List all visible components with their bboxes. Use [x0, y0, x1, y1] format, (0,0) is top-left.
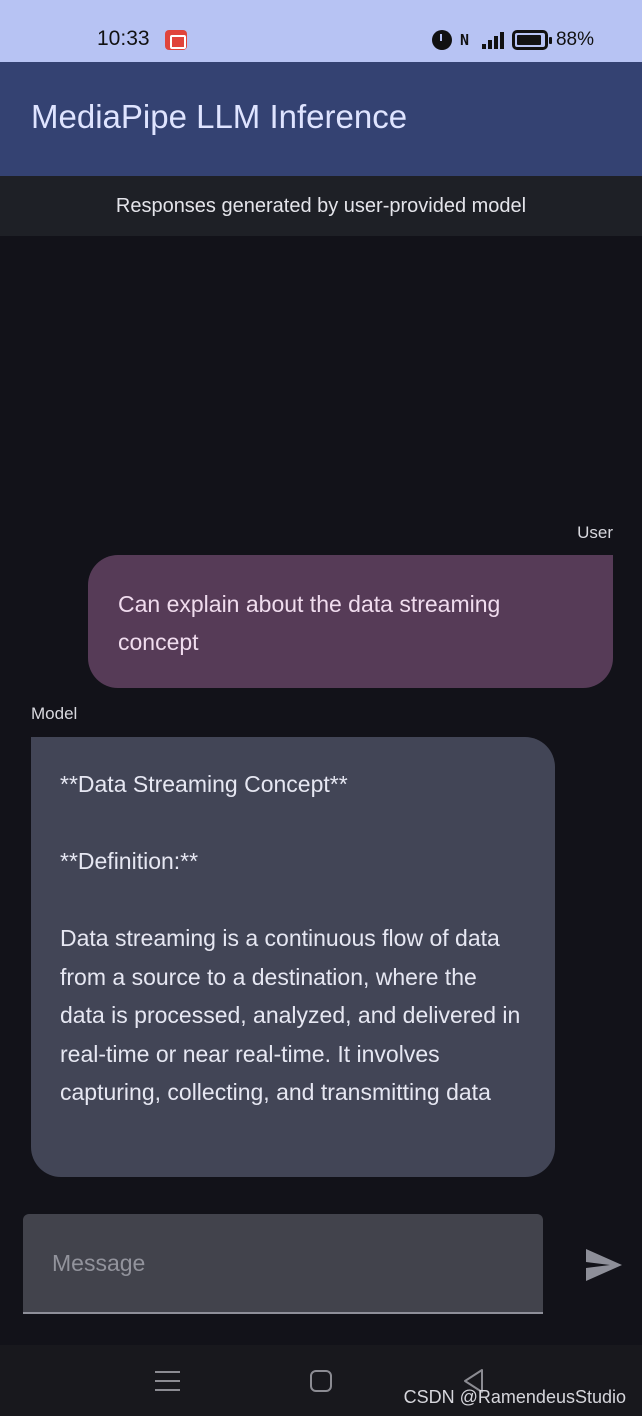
app-bar: MediaPipe LLM Inference	[0, 62, 642, 176]
battery-percent: 88%	[555, 29, 594, 50]
app-title: MediaPipe LLM Inference	[31, 98, 408, 135]
watermark: CSDN @RamendeusStudio	[403, 1387, 626, 1407]
model-message-body: Data streaming is a continuous flow of d…	[60, 925, 521, 1105]
status-time: 10:33	[97, 27, 150, 50]
alarm-icon	[431, 30, 452, 50]
send-icon	[586, 1249, 622, 1281]
model-message-bubble: **Data Streaming Concept** **Definition:…	[31, 737, 555, 1177]
message-input[interactable]	[23, 1214, 543, 1314]
chat-screen: 10:33 N 88% MediaPipe LLM Inference Resp…	[0, 0, 642, 1416]
nfc-icon: N	[459, 31, 469, 49]
user-message-bubble: Can explain about the data streaming con…	[88, 555, 613, 688]
model-message-definition: **Definition:**	[60, 848, 199, 874]
screen-record-icon	[165, 30, 187, 50]
status-icons: N 88%	[431, 26, 594, 54]
model-message-heading: **Data Streaming Concept**	[60, 771, 348, 797]
model-label: Model	[31, 704, 78, 723]
home-icon[interactable]	[310, 1370, 332, 1392]
battery-icon	[511, 30, 552, 50]
signal-icon	[481, 31, 504, 49]
send-button[interactable]	[578, 1240, 630, 1290]
user-label: User	[577, 523, 613, 542]
subtitle-banner: Responses generated by user-provided mod…	[0, 176, 642, 236]
status-bar: 10:33 N 88%	[0, 0, 642, 62]
subtitle-text: Responses generated by user-provided mod…	[115, 194, 527, 217]
menu-icon[interactable]	[155, 1371, 180, 1393]
